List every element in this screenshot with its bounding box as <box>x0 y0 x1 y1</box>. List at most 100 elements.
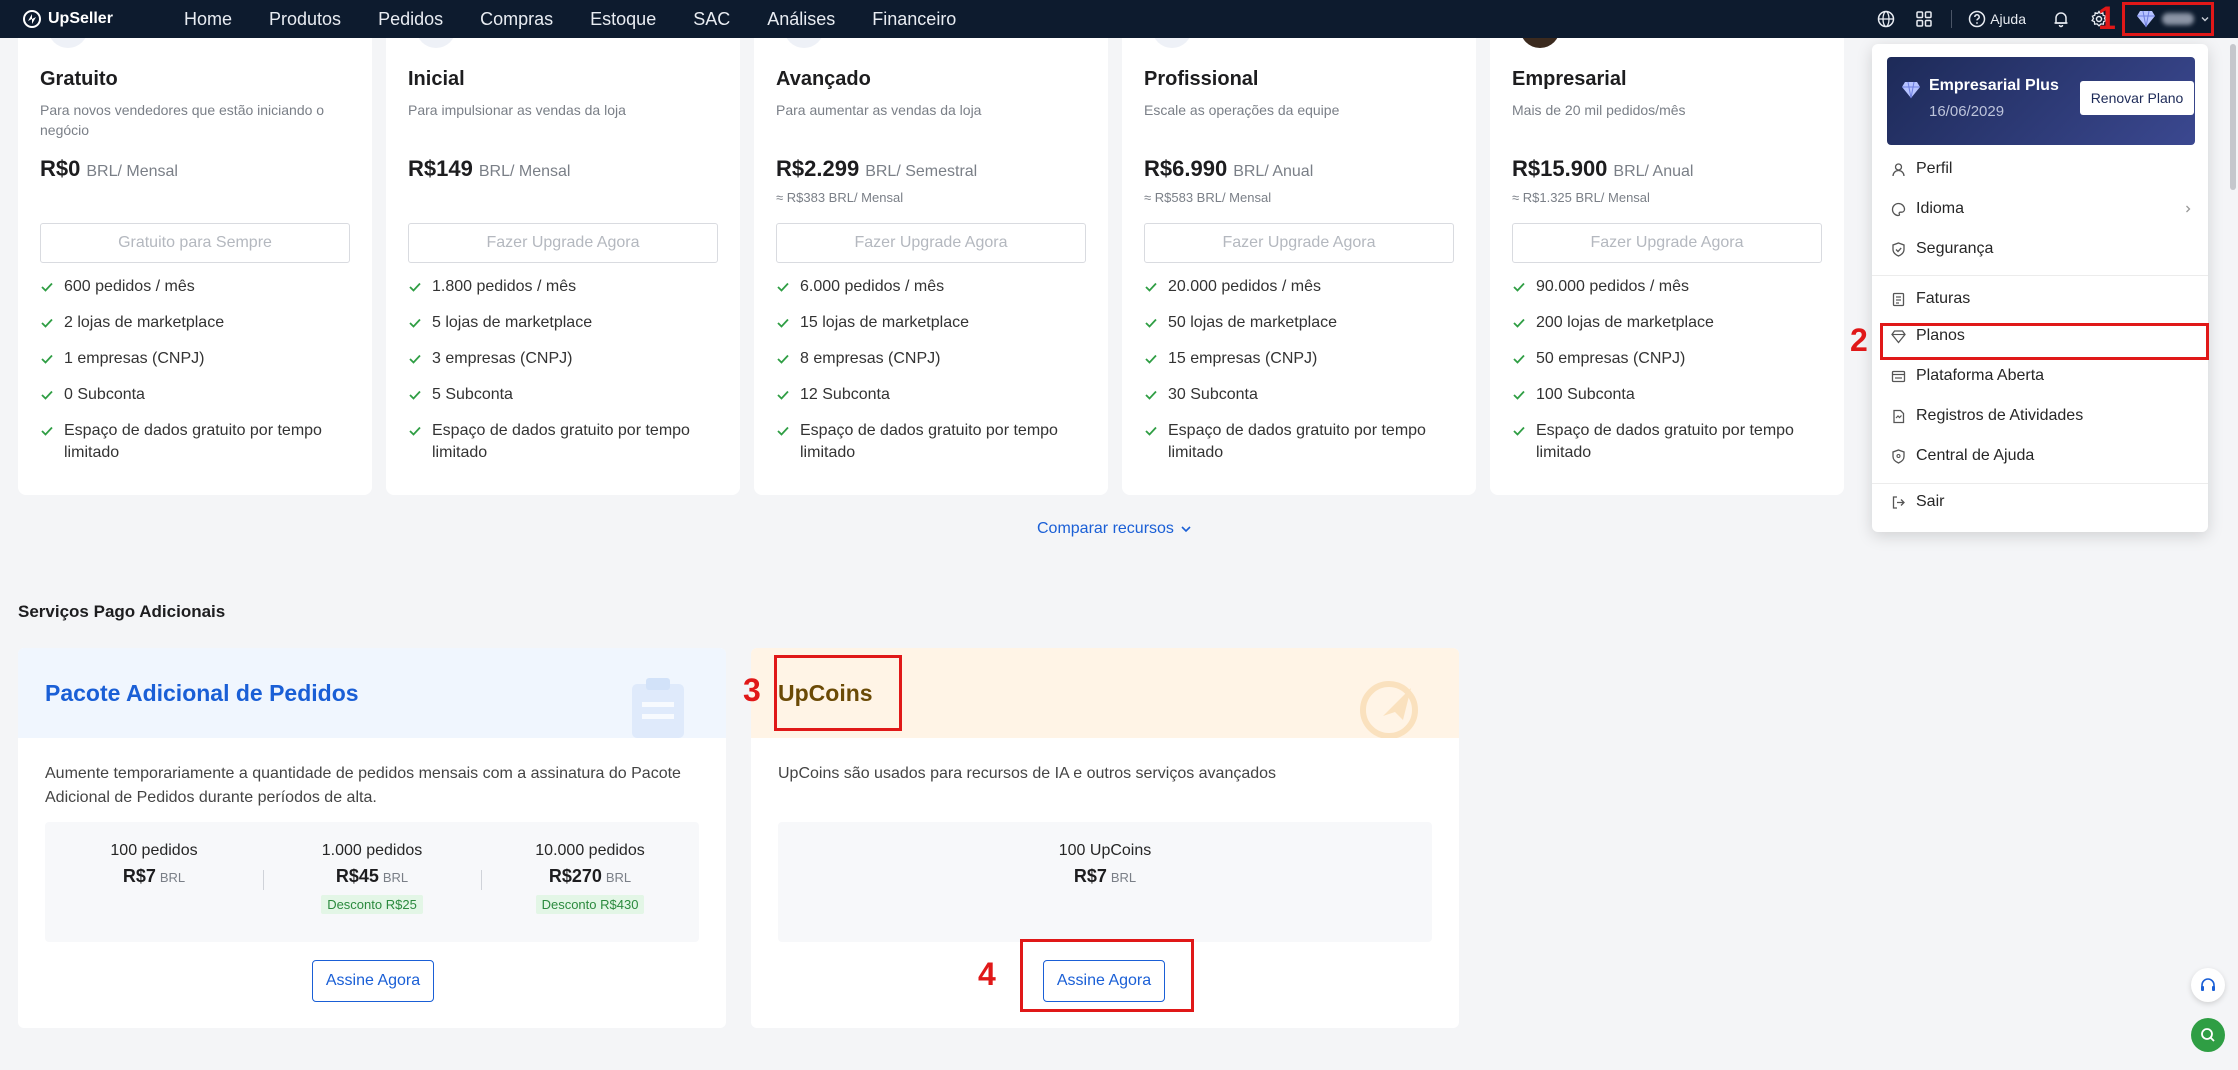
check-icon <box>409 354 421 364</box>
plan-name: Inicial <box>408 68 465 90</box>
package-price: R$270 BRL <box>549 866 631 887</box>
feature-text: Espaço de dados gratuito por tempo limit… <box>1536 422 1794 461</box>
nav-analises[interactable]: Análises <box>767 9 835 30</box>
plan-price: R$15.900 BRL/ Anual <box>1512 156 1693 182</box>
annotation-number-2: 2 <box>1850 322 1868 358</box>
feature-item: 15 lojas de marketplace <box>776 312 1086 334</box>
plan-price-period: BRL/ Anual <box>1233 163 1314 180</box>
menu-item-seguranca[interactable]: Segurança <box>1887 234 2193 264</box>
page-scrollbar[interactable] <box>2230 44 2236 190</box>
activity-log-icon <box>1893 409 1905 423</box>
apps-grid-icon[interactable] <box>1913 8 1935 30</box>
package-currency: BRL <box>382 870 409 885</box>
nav-compras[interactable]: Compras <box>480 9 553 30</box>
feature-item: 200 lojas de marketplace <box>1512 312 1822 334</box>
plan-card-avancado: Avançado Para aumentar as vendas da loja… <box>754 22 1108 495</box>
feature-text: 100 Subconta <box>1536 386 1635 403</box>
bell-icon[interactable] <box>2050 8 2072 30</box>
package-name: 1.000 pedidos <box>321 842 423 859</box>
plan-price-value: R$0 <box>40 156 81 181</box>
plan-action-button[interactable]: Fazer Upgrade Agora <box>408 223 718 263</box>
check-icon <box>41 426 53 436</box>
menu-item-perfil[interactable]: Perfil <box>1887 154 2193 184</box>
feature-text: 1.800 pedidos / mês <box>432 278 577 295</box>
check-icon <box>777 282 789 292</box>
upcoins-options: 100 UpCoins R$7 BRL <box>778 822 1432 942</box>
nav-financeiro[interactable]: Financeiro <box>872 9 956 30</box>
support-chat-button[interactable] <box>2191 968 2225 1002</box>
plan-feature-list: 6.000 pedidos / mês 15 lojas de marketpl… <box>776 276 1086 478</box>
package-option: 1.000 pedidos R$45 BRL Desconto R$25 <box>263 822 481 942</box>
feature-text: 600 pedidos / mês <box>64 278 195 295</box>
menu-item-sair[interactable]: Sair <box>1887 487 2193 517</box>
feature-text: 15 empresas (CNPJ) <box>1168 350 1318 367</box>
check-icon <box>1145 282 1157 292</box>
orders-pack-header: Pacote Adicional de Pedidos <box>18 648 726 738</box>
compare-features-link[interactable]: Comparar recursos <box>1037 520 1192 538</box>
feature-text: 6.000 pedidos / mês <box>800 278 945 295</box>
upseller-logo[interactable]: UpSeller <box>22 9 162 29</box>
help-label: Ajuda <box>1990 11 2026 27</box>
check-icon <box>1145 354 1157 364</box>
feature-text: 50 lojas de marketplace <box>1168 314 1337 331</box>
package-price-value: R$45 <box>335 866 379 886</box>
menu-item-label: Idioma <box>1916 200 1965 217</box>
feature-item: 1 empresas (CNPJ) <box>40 348 350 370</box>
chevron-right-icon <box>2186 205 2191 213</box>
plan-price: R$2.299 BRL/ Semestral <box>776 156 977 182</box>
plan-action-button[interactable]: Fazer Upgrade Agora <box>1512 223 1822 263</box>
nav-pedidos[interactable]: Pedidos <box>378 9 443 30</box>
annotation-box-1 <box>2122 2 2214 36</box>
check-icon <box>41 390 53 400</box>
plan-price-period: BRL/ Mensal <box>478 163 571 180</box>
feature-text: 5 lojas de marketplace <box>432 314 593 331</box>
annotation-number-4: 4 <box>978 956 996 992</box>
feature-item: Espaço de dados gratuito por tempo limit… <box>1144 420 1454 464</box>
orders-pack-subscribe-button[interactable]: Assine Agora <box>312 960 434 1002</box>
feature-text: 90.000 pedidos / mês <box>1536 278 1689 295</box>
app-name: UpSeller <box>48 10 113 27</box>
package-currency: BRL <box>159 870 186 885</box>
menu-item-faturas[interactable]: Faturas <box>1887 284 2193 314</box>
package-option: 100 UpCoins R$7 BRL <box>778 822 1432 942</box>
plan-action-button[interactable]: Fazer Upgrade Agora <box>1144 223 1454 263</box>
search-float-button[interactable] <box>2191 1018 2225 1052</box>
nav-home[interactable]: Home <box>184 9 232 30</box>
upseller-logo-icon <box>23 10 41 28</box>
feature-text: 30 Subconta <box>1168 386 1258 403</box>
help-link[interactable]: Ajuda <box>1968 10 2026 28</box>
orders-pack-options: 100 pedidos R$7 BRL 1.000 pedidos R$45 BRL… <box>45 822 699 942</box>
plan-card-inicial: Inicial Para impulsionar as vendas da lo… <box>386 22 740 495</box>
plan-action-button[interactable]: Gratuito para Sempre <box>40 223 350 263</box>
nav-sac[interactable]: SAC <box>693 9 730 30</box>
menu-item-plataforma-aberta[interactable]: Plataforma Aberta <box>1887 361 2193 391</box>
check-icon <box>1513 354 1525 364</box>
plan-description: Para aumentar as vendas da loja <box>776 102 982 118</box>
plan-price-value: R$149 <box>408 156 473 181</box>
check-icon <box>1513 318 1525 328</box>
user-dropdown-menu: Empresarial Plus 16/06/2029 Renovar Plan… <box>1872 44 2208 532</box>
feature-item: 8 empresas (CNPJ) <box>776 348 1086 370</box>
menu-item-registros[interactable]: Registros de Atividades <box>1887 401 2193 431</box>
feature-text: 3 empresas (CNPJ) <box>432 350 573 367</box>
renew-plan-button[interactable]: Renovar Plano <box>2080 81 2194 115</box>
plan-action-button[interactable]: Fazer Upgrade Agora <box>776 223 1086 263</box>
check-icon <box>409 318 421 328</box>
menu-item-idioma[interactable]: Idioma <box>1887 194 2193 224</box>
nav-produtos[interactable]: Produtos <box>269 9 341 30</box>
shield-help-icon <box>1892 448 1905 464</box>
headset-icon <box>2201 978 2215 991</box>
feature-item: Espaço de dados gratuito por tempo limit… <box>408 420 718 464</box>
feature-text: 200 lojas de marketplace <box>1536 314 1714 331</box>
compare-label: Comparar recursos <box>1037 520 1174 537</box>
feature-text: 20.000 pedidos / mês <box>1168 278 1321 295</box>
menu-item-central-ajuda[interactable]: Central de Ajuda <box>1887 441 2193 471</box>
globe-icon[interactable] <box>1875 8 1897 30</box>
coin-rocket-icon <box>1360 681 1418 738</box>
check-icon <box>1513 282 1525 292</box>
plan-price-period: BRL/ Semestral <box>865 163 978 180</box>
topbar-divider <box>1951 10 1953 28</box>
nav-estoque[interactable]: Estoque <box>590 9 656 30</box>
package-currency: BRL <box>1110 870 1137 885</box>
feature-text: Espaço de dados gratuito por tempo limit… <box>64 422 322 461</box>
